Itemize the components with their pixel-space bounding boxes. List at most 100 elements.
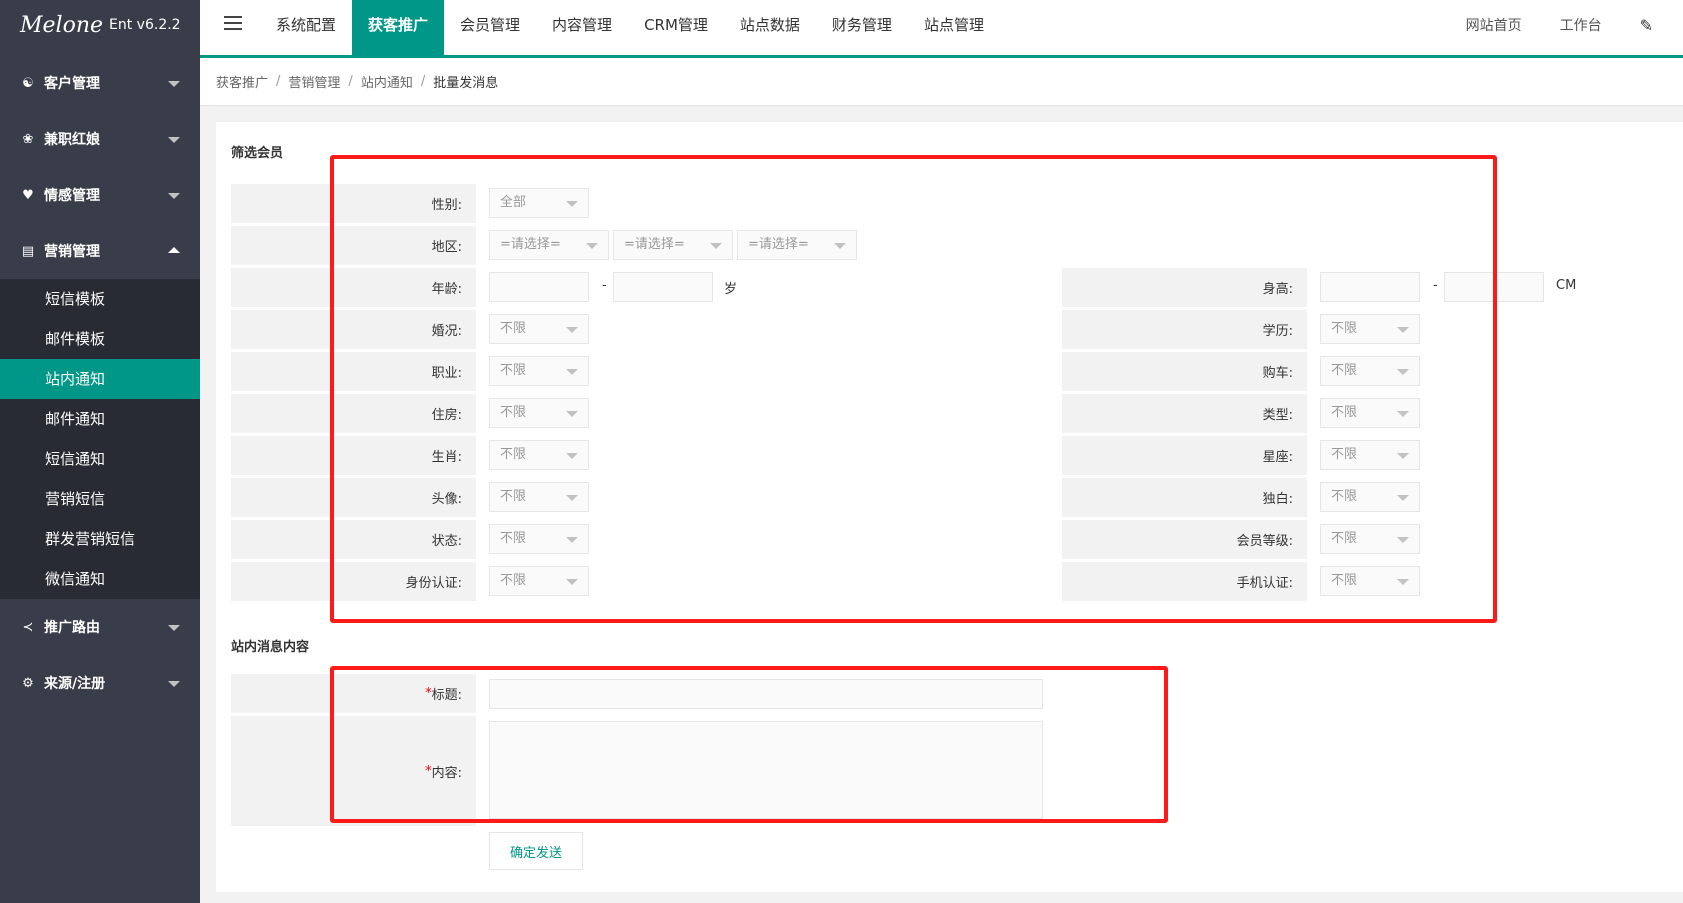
tab-crm[interactable]: CRM管理 (628, 0, 724, 55)
clear-cache-icon[interactable]: ✎ (1640, 16, 1653, 35)
tab-content[interactable]: 内容管理 (536, 0, 628, 55)
phone-verify-select[interactable]: 不限 (1320, 566, 1420, 596)
car-select[interactable]: 不限 (1320, 356, 1420, 386)
tab-site-data[interactable]: 站点数据 (724, 0, 816, 55)
sidebar-group-label: 兼职红娘 (44, 132, 100, 148)
age-min-input[interactable] (489, 272, 589, 302)
sidebar-item-sms-notice[interactable]: 短信通知 (0, 439, 200, 479)
content-label: * 内容: (231, 716, 476, 826)
avatar-select[interactable]: 不限 (489, 482, 589, 512)
member-level-label: 会员等级: (1062, 520, 1307, 559)
menu-toggle-icon[interactable] (224, 16, 242, 34)
height-dash: - (1433, 278, 1438, 293)
select-value: 不限 (1331, 489, 1358, 504)
avatar-label: 头像: (231, 478, 476, 517)
sidebar-group-marketing[interactable]: ▤ 营销管理 (0, 223, 200, 279)
title-label: * 标题: (231, 674, 476, 713)
age-label: 年龄: (231, 268, 476, 307)
phone-verify-label: 手机认证: (1062, 562, 1307, 601)
sidebar-item-marketing-sms[interactable]: 营销短信 (0, 479, 200, 519)
tab-system-config[interactable]: 系统配置 (260, 0, 352, 55)
tab-finance[interactable]: 财务管理 (816, 0, 908, 55)
share-icon: ≺ (22, 619, 34, 635)
type-label: 类型: (1062, 394, 1307, 433)
monologue-label: 独白: (1062, 478, 1307, 517)
select-value: 不限 (500, 573, 527, 588)
breadcrumb-item[interactable]: 站内通知 (361, 72, 413, 91)
sidebar-group-label: 推广路由 (44, 620, 100, 636)
city-select[interactable]: =请选择= (613, 230, 733, 260)
sidebar-group-label: 营销管理 (44, 244, 100, 260)
sidebar-group-source[interactable]: ⚙ 来源/注册 (0, 655, 200, 711)
breadcrumb-item[interactable]: 获客推广 (216, 72, 268, 91)
sidebar-group-label: 情感管理 (44, 188, 100, 204)
chevron-down-icon (1397, 411, 1409, 417)
height-max-input[interactable] (1444, 272, 1544, 302)
marital-select[interactable]: 不限 (489, 314, 589, 344)
select-value: =请选择= (748, 237, 809, 252)
title-input[interactable] (489, 679, 1043, 709)
housing-select[interactable]: 不限 (489, 398, 589, 428)
chevron-down-icon (566, 201, 578, 207)
select-value: =请选择= (624, 237, 685, 252)
sidebar-group-matchmaker[interactable]: ❀ 兼职红娘 (0, 111, 200, 167)
tab-site-admin[interactable]: 站点管理 (908, 0, 1000, 55)
select-value: 不限 (500, 405, 527, 420)
chevron-down-icon (1397, 537, 1409, 543)
sidebar-item-bulk-marketing-sms[interactable]: 群发营销短信 (0, 519, 200, 559)
housing-label: 住房: (231, 394, 476, 433)
status-select[interactable]: 不限 (489, 524, 589, 554)
sidebar-group-customer[interactable]: ☯ 客户管理 (0, 55, 200, 111)
tab-acquisition[interactable]: 获客推广 (352, 0, 445, 55)
type-select[interactable]: 不限 (1320, 398, 1420, 428)
height-unit: CM (1556, 278, 1577, 293)
sidebar-item-site-notice[interactable]: 站内通知 (0, 359, 200, 399)
chevron-down-icon (566, 495, 578, 501)
select-value: 不限 (1331, 531, 1358, 546)
breadcrumb-item[interactable]: 营销管理 (288, 72, 340, 91)
age-max-input[interactable] (613, 272, 713, 302)
chevron-down-icon (834, 243, 846, 249)
sidebar-group-emotion[interactable]: ♥ 情感管理 (0, 167, 200, 223)
chevron-down-icon (168, 681, 180, 687)
content-textarea[interactable] (489, 721, 1043, 819)
sidebar: Melone Ent v6.2.2 ☯ 客户管理 ❀ 兼职红娘 ♥ 情感管理 ▤… (0, 0, 200, 903)
site-home-link[interactable]: 网站首页 (1466, 15, 1522, 35)
member-level-select[interactable]: 不限 (1320, 524, 1420, 554)
chevron-down-icon (1397, 369, 1409, 375)
sidebar-group-label: 来源/注册 (44, 676, 106, 692)
constellation-label: 星座: (1062, 436, 1307, 475)
send-button[interactable]: 确定发送 (489, 832, 583, 870)
chevron-down-icon (710, 243, 722, 249)
sidebar-item-sms-template[interactable]: 短信模板 (0, 279, 200, 319)
main-panel: 筛选会员 性别: 全部 地区: =请选择= =请选择= =请选择= 年龄: - … (216, 122, 1683, 892)
gender-select[interactable]: 全部 (489, 188, 589, 218)
age-dash: - (602, 278, 607, 293)
chevron-up-icon (168, 247, 180, 253)
sidebar-item-wechat-notice[interactable]: 微信通知 (0, 559, 200, 599)
workbench-link[interactable]: 工作台 (1560, 15, 1602, 35)
select-value: 不限 (500, 489, 527, 504)
breadcrumb-separator: / (348, 74, 353, 89)
occupation-select[interactable]: 不限 (489, 356, 589, 386)
zodiac-select[interactable]: 不限 (489, 440, 589, 470)
filter-section-title: 筛选会员 (231, 146, 284, 161)
select-value: 不限 (1331, 447, 1358, 462)
sidebar-group-promotion-route[interactable]: ≺ 推广路由 (0, 599, 200, 655)
chevron-down-icon (586, 243, 598, 249)
monologue-select[interactable]: 不限 (1320, 482, 1420, 512)
education-select[interactable]: 不限 (1320, 314, 1420, 344)
province-select[interactable]: =请选择= (489, 230, 609, 260)
select-value: 不限 (500, 531, 527, 546)
sidebar-item-email-notice[interactable]: 邮件通知 (0, 399, 200, 439)
height-min-input[interactable] (1320, 272, 1420, 302)
tab-members[interactable]: 会员管理 (444, 0, 536, 55)
select-value: 不限 (1331, 405, 1358, 420)
education-label: 学历: (1062, 310, 1307, 349)
district-select[interactable]: =请选择= (737, 230, 857, 260)
age-unit: 岁 (724, 282, 738, 297)
chevron-down-icon (566, 453, 578, 459)
constellation-select[interactable]: 不限 (1320, 440, 1420, 470)
id-verify-select[interactable]: 不限 (489, 566, 589, 596)
sidebar-item-email-template[interactable]: 邮件模板 (0, 319, 200, 359)
